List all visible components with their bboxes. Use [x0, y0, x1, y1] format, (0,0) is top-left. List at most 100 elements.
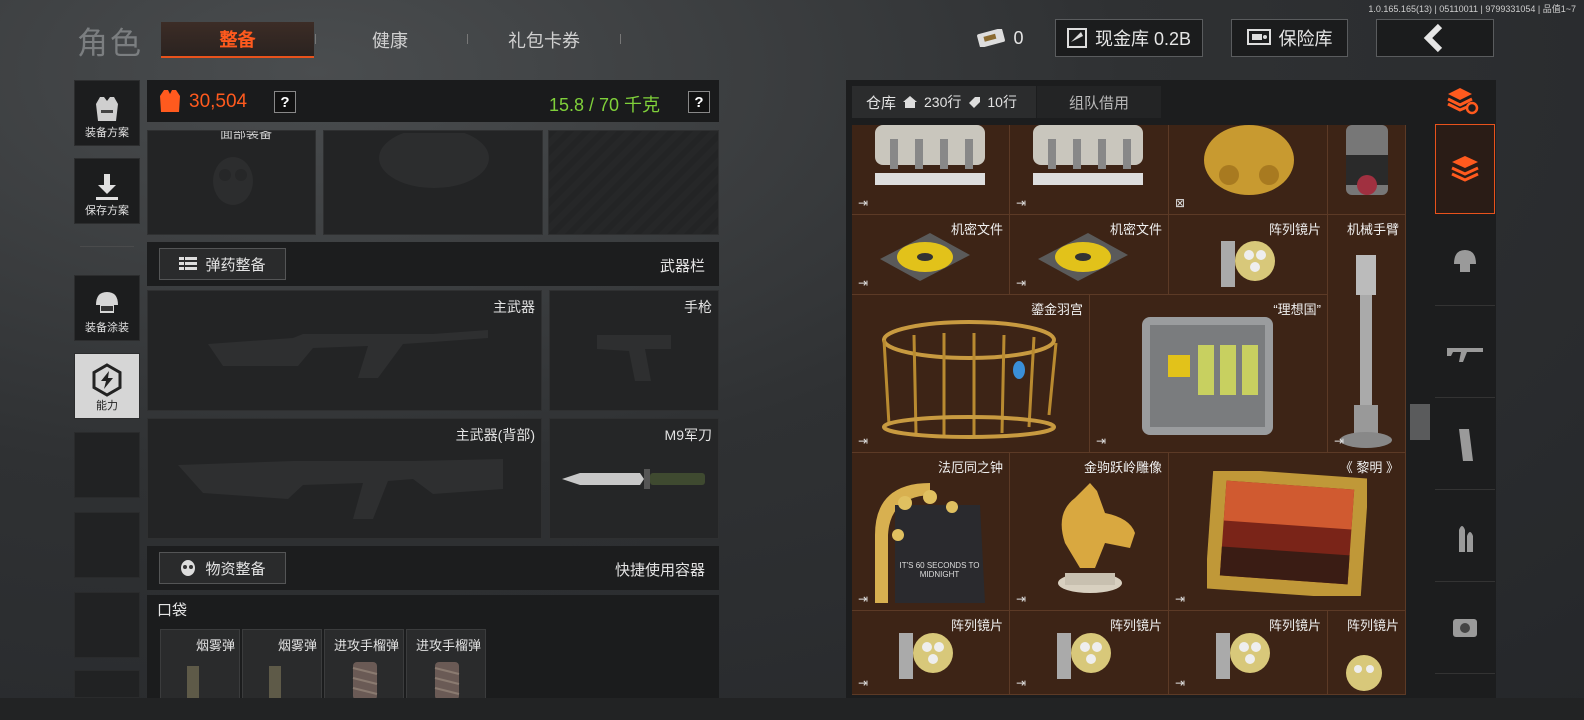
face-gear-slot[interactable]: 面部装备 [147, 130, 316, 235]
tab-label: 礼包卡券 [508, 31, 580, 51]
move-out-icon[interactable]: ⇥ [858, 676, 868, 690]
vest-icon [96, 97, 118, 121]
value-help-button[interactable]: ? [274, 91, 296, 113]
category-all[interactable] [1435, 124, 1495, 214]
move-out-icon[interactable]: ⇥ [1016, 592, 1026, 606]
clock-caption: IT'S 60 SECONDS TO MIDNIGHT [899, 561, 980, 579]
ticket-counter[interactable]: 0 [969, 19, 1032, 57]
cash-icon [1066, 28, 1087, 48]
warehouse-item[interactable]: ⊠ [1169, 125, 1328, 215]
move-out-icon[interactable]: ⇥ [1016, 276, 1026, 290]
move-out-icon[interactable]: ⊠ [1175, 196, 1185, 210]
warehouse-item[interactable]: “理想国” ⇥ [1090, 295, 1328, 453]
back-button[interactable] [1376, 19, 1494, 57]
biohazard-case-icon [1142, 317, 1273, 435]
tab-divider [620, 34, 621, 44]
sidebar-item-skin[interactable]: 装备涂装 [74, 275, 140, 341]
lens-icon [1221, 241, 1275, 287]
warehouse-grid: ⇥ ⇥ ⊠ 机密文件 ⇥ 机密文件 ⇥ 阵列镜片 机械手臂 鎏金羽宫 ⇥ “理想… [852, 125, 1406, 695]
warehouse-item[interactable]: 《 黎明 》 ⇥ [1169, 453, 1406, 611]
pocket-item-name: 进攻手榴弹 [415, 638, 481, 653]
pocket-item-name: 烟雾弹 [277, 638, 317, 653]
sidebar-item-save-plan[interactable]: 保存方案 [74, 158, 140, 224]
warehouse-item[interactable]: ⇥ [1328, 255, 1406, 453]
move-out-icon[interactable]: ⇥ [858, 276, 868, 290]
sidebar-item-ability[interactable]: 能力 [74, 353, 140, 419]
reactor-icon [1033, 125, 1143, 185]
move-out-icon[interactable]: ⇥ [1096, 434, 1106, 448]
sidebar-divider [80, 246, 134, 247]
helmet-icon [96, 292, 118, 313]
move-out-icon[interactable]: ⇥ [1334, 434, 1344, 448]
move-out-icon[interactable]: ⇥ [1016, 676, 1026, 690]
tab-label: 整备 [219, 30, 256, 50]
move-out-icon[interactable]: ⇥ [858, 592, 868, 606]
category-helmet[interactable] [1435, 216, 1495, 306]
category-ammo[interactable] [1435, 492, 1495, 582]
knife-slot[interactable]: M9军刀 [549, 418, 719, 539]
grenade-icon [434, 662, 460, 700]
ammo-loadout-button[interactable]: 弹药整备 [159, 248, 286, 280]
back-weapon-slot[interactable]: 主武器(背部) [147, 418, 542, 539]
clock-icon [875, 483, 985, 603]
warehouse-item[interactable]: ⇥ [1010, 125, 1169, 215]
warehouse-item[interactable]: 阵列镜片 ⇥ [852, 611, 1010, 695]
ammo-loadout-label: 弹药整备 [205, 256, 266, 274]
move-out-icon[interactable]: ⇥ [1175, 676, 1185, 690]
tab-warehouse[interactable]: 仓库 230行 10行 [852, 86, 1036, 118]
lens-icon [1346, 655, 1382, 691]
move-out-icon[interactable]: ⇥ [858, 434, 868, 448]
warehouse-item[interactable]: 阵列镜片 [1328, 611, 1406, 695]
tab-health[interactable]: 健康 [330, 22, 450, 58]
slot-label: M9军刀 [664, 427, 712, 443]
move-out-icon[interactable]: ⇥ [1016, 196, 1026, 210]
helmet-icon [1454, 249, 1476, 272]
rifle-silhouette-icon [178, 459, 503, 519]
pistol-slot[interactable]: 手枪 [549, 290, 719, 411]
pocket-item[interactable]: 进攻手榴弹 [324, 629, 404, 700]
warehouse-item[interactable]: 机密文件 ⇥ [1010, 215, 1169, 295]
tab-loadout[interactable]: 整备 [161, 22, 314, 58]
refresh-button[interactable] [1445, 86, 1479, 121]
warehouse-scrollbar[interactable] [1410, 404, 1430, 440]
tab-gift-coupons[interactable]: 礼包卡券 [485, 22, 603, 58]
move-out-icon[interactable]: ⇥ [1175, 592, 1185, 606]
warehouse-item[interactable]: 机密文件 ⇥ [852, 215, 1010, 295]
weight-help-button[interactable]: ? [688, 91, 710, 113]
warehouse-item[interactable]: 金驹跃岭雕像 ⇥ [1010, 453, 1169, 611]
rows-count: 230行 [924, 94, 962, 110]
tab-team-borrow[interactable]: 组队借用 [1037, 86, 1161, 118]
empty-gear-slot[interactable] [548, 130, 719, 235]
ammo-section-bar: 弹药整备 武器栏 [147, 242, 719, 286]
tab-divider [315, 34, 316, 44]
sidebar-item-label: 装备方案 [85, 127, 129, 139]
cash-vault-button[interactable]: 现金库 0.2B [1055, 19, 1203, 57]
grenade-icon [352, 662, 378, 700]
pocket-item-name: 烟雾弹 [195, 638, 235, 653]
bottom-strip [0, 698, 1584, 720]
disk-icon [1038, 233, 1128, 281]
sidebar-item-loadout-plan[interactable]: 装备方案 [74, 80, 140, 146]
painting-icon [1207, 471, 1367, 596]
warehouse-item[interactable]: 阵列镜片 [1169, 215, 1328, 295]
pocket-item[interactable]: 进攻手榴弹 [406, 629, 486, 700]
pocket-item[interactable]: 烟雾弹 [242, 629, 322, 700]
category-magazine[interactable] [1435, 400, 1495, 490]
category-rifle[interactable] [1435, 308, 1495, 398]
warehouse-item[interactable]: ⇥ [852, 125, 1010, 215]
warehouse-item[interactable]: 法厄同之钟 IT'S 60 SECONDS TO MIDNIGHT ⇥ [852, 453, 1010, 611]
pistol-silhouette-icon [597, 335, 671, 381]
backpack-slot[interactable] [323, 130, 543, 235]
category-attachment[interactable] [1435, 584, 1495, 674]
warehouse-item[interactable] [1328, 125, 1406, 215]
pocket-item[interactable]: 烟雾弹 [160, 629, 240, 700]
item-name: 阵列镜片 [1109, 618, 1162, 633]
warehouse-item[interactable]: 鎏金羽宫 ⇥ [852, 295, 1090, 453]
supply-loadout-button[interactable]: 物资整备 [159, 552, 286, 584]
warehouse-item[interactable]: 阵列镜片 ⇥ [1010, 611, 1169, 695]
warehouse-item[interactable]: 阵列镜片 ⇥ [1169, 611, 1328, 695]
safe-box-button[interactable]: 保险库 [1231, 19, 1348, 57]
tab-label: 健康 [372, 31, 408, 51]
move-out-icon[interactable]: ⇥ [858, 196, 868, 210]
primary-weapon-slot[interactable]: 主武器 [147, 290, 542, 411]
